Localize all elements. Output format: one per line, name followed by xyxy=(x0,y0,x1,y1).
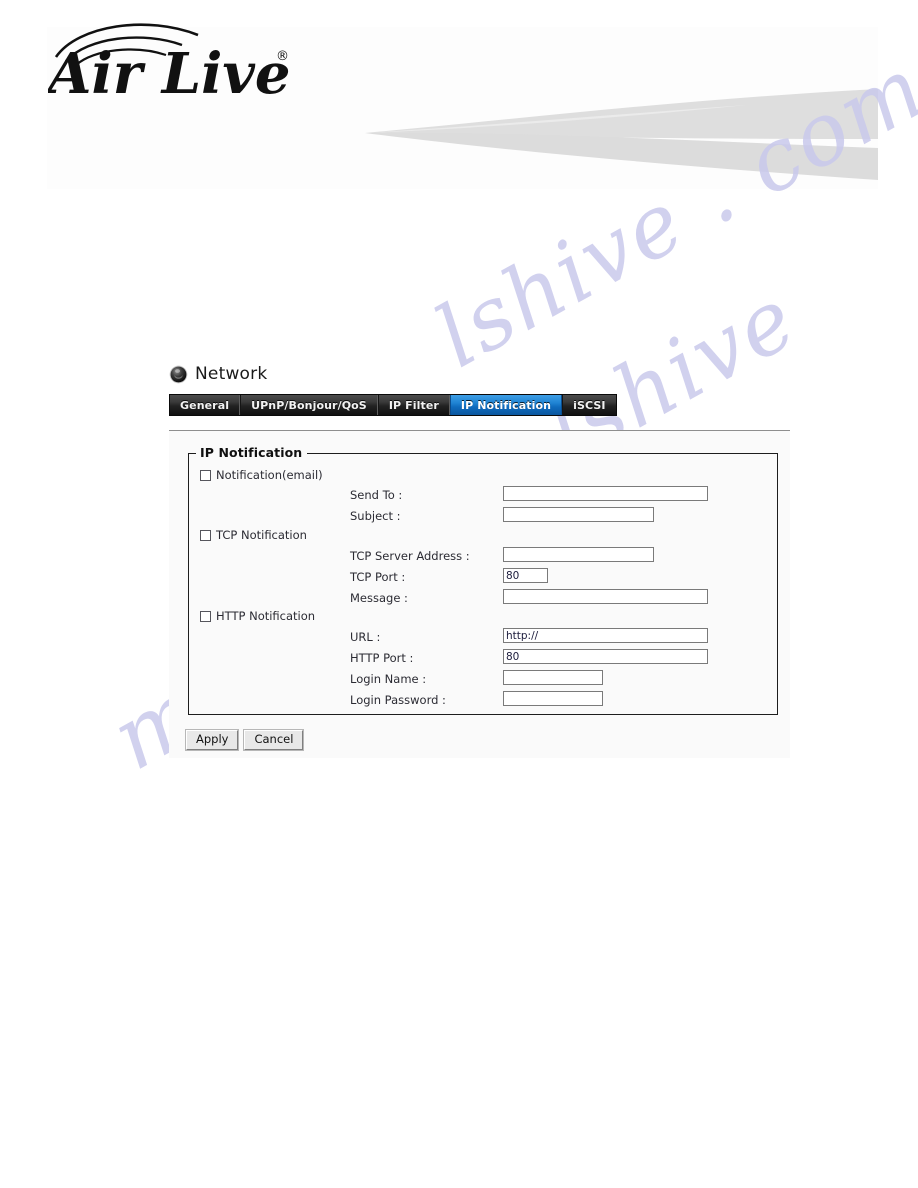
tcp-server-address-input[interactable] xyxy=(503,547,654,562)
url-label: URL : xyxy=(350,630,381,644)
apply-button[interactable]: Apply xyxy=(186,730,239,750)
cancel-button[interactable]: Cancel xyxy=(244,730,304,750)
message-label: Message : xyxy=(350,591,408,605)
page-content: Network General UPnP/Bonjour/QoS IP Filt… xyxy=(0,0,918,1188)
tcp-notification-checkbox-row[interactable]: TCP Notification xyxy=(200,528,307,542)
page-title: Network xyxy=(169,364,267,384)
url-input[interactable] xyxy=(503,628,708,643)
tab-upnp-bonjour-qos[interactable]: UPnP/Bonjour/QoS xyxy=(240,395,378,415)
login-name-input[interactable] xyxy=(503,670,603,685)
tcp-server-address-label: TCP Server Address : xyxy=(350,549,470,563)
message-input[interactable] xyxy=(503,589,708,604)
http-notification-checkbox-row[interactable]: HTTP Notification xyxy=(200,609,315,623)
tab-general[interactable]: General xyxy=(170,395,241,415)
send-to-input[interactable] xyxy=(503,486,708,501)
http-notification-label: HTTP Notification xyxy=(216,609,316,623)
notification-email-label: Notification(email) xyxy=(216,468,323,482)
notification-email-checkbox-row[interactable]: Notification(email) xyxy=(200,468,323,482)
tcp-notification-checkbox[interactable] xyxy=(200,529,211,541)
globe-icon xyxy=(169,365,188,383)
tab-ip-filter[interactable]: IP Filter xyxy=(377,395,450,415)
tab-iscsi[interactable]: iSCSI xyxy=(562,395,616,415)
http-notification-checkbox[interactable] xyxy=(200,610,211,622)
tab-bar: General UPnP/Bonjour/QoS IP Filter IP No… xyxy=(169,394,617,416)
tab-ip-notification[interactable]: IP Notification xyxy=(449,395,563,415)
page-title-text: Network xyxy=(195,364,268,384)
form-action-buttons: Apply Cancel xyxy=(186,730,304,750)
login-name-label: Login Name : xyxy=(350,672,427,686)
send-to-label: Send To : xyxy=(350,488,403,502)
notification-email-checkbox[interactable] xyxy=(200,469,211,481)
http-port-input[interactable] xyxy=(503,649,708,664)
ip-notification-legend: IP Notification xyxy=(196,445,308,460)
login-password-input[interactable] xyxy=(503,691,603,706)
login-password-label: Login Password : xyxy=(350,693,446,707)
tcp-port-input[interactable] xyxy=(503,568,548,583)
subject-input[interactable] xyxy=(503,507,654,522)
subject-label: Subject : xyxy=(350,509,401,523)
tcp-port-label: TCP Port : xyxy=(350,570,406,584)
http-port-label: HTTP Port : xyxy=(350,651,414,665)
tcp-notification-label: TCP Notification xyxy=(216,528,307,542)
